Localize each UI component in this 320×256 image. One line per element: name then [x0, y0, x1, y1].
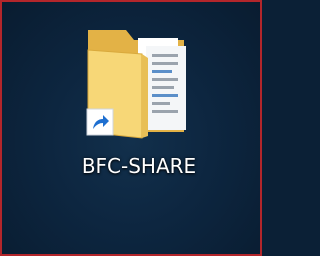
- shortcut-arrow-icon: [86, 108, 114, 136]
- desktop-shortcut-bfc-share[interactable]: BFC-SHARE: [64, 24, 214, 199]
- desktop-area: BFC-SHARE: [0, 0, 262, 256]
- desktop-icon-label: BFC-SHARE: [81, 154, 197, 178]
